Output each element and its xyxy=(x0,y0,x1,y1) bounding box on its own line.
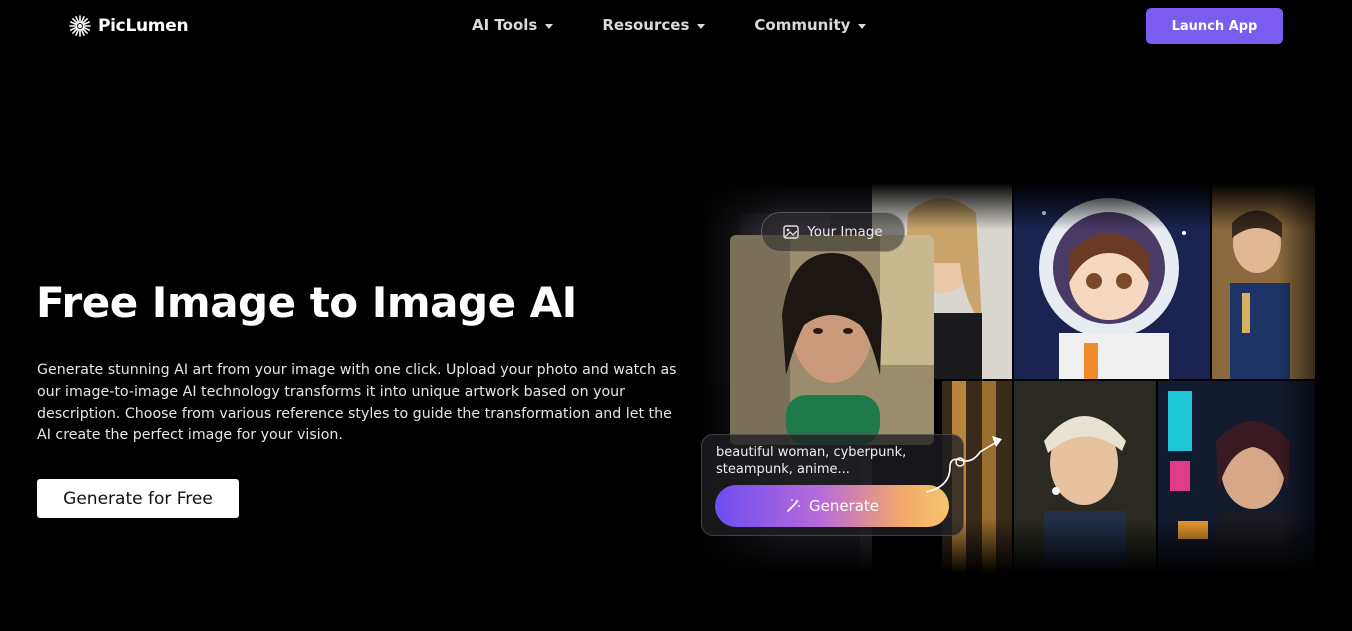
chevron-down-icon xyxy=(858,23,867,29)
chevron-down-icon xyxy=(545,23,554,29)
nav-ai-tools[interactable]: AI Tools xyxy=(472,16,554,34)
source-photo xyxy=(730,235,934,445)
your-image-pill: Your Image xyxy=(761,212,905,252)
logo-starburst-icon xyxy=(69,15,91,37)
launch-app-button[interactable]: Launch App xyxy=(1146,8,1283,44)
nav-resources-label: Resources xyxy=(602,16,690,34)
generate-for-free-button[interactable]: Generate for Free xyxy=(37,479,239,518)
site-header: PicLumen AI Tools Resources Community La… xyxy=(0,0,1352,52)
page-title: Free Image to Image AI xyxy=(36,278,577,327)
logo[interactable]: PicLumen xyxy=(68,14,189,38)
tile-cyberpunk-girl xyxy=(1158,381,1315,573)
generate-button[interactable]: Generate xyxy=(715,485,949,527)
nav-community[interactable]: Community xyxy=(754,16,867,34)
magic-wand-icon xyxy=(787,499,800,512)
hero-description: Generate stunning AI art from your image… xyxy=(37,362,677,444)
your-image-label: Your Image xyxy=(807,224,883,240)
chevron-down-icon xyxy=(697,23,706,29)
tile-anime-astronaut xyxy=(1014,183,1210,379)
prompt-text: beautiful woman, cyberpunk, steampunk, a… xyxy=(716,445,907,477)
nav-community-label: Community xyxy=(754,16,851,34)
main-nav: AI Tools Resources Community xyxy=(472,16,867,34)
tile-boy-uniform xyxy=(1212,183,1315,379)
tile-pearl-earring-girl xyxy=(1014,381,1156,573)
logo-text: PicLumen xyxy=(98,16,189,36)
generate-label: Generate xyxy=(808,497,880,515)
nav-resources[interactable]: Resources xyxy=(602,16,706,34)
image-icon xyxy=(783,225,799,239)
nav-ai-tools-label: AI Tools xyxy=(472,16,538,34)
flow-arrow-icon xyxy=(925,436,1002,493)
